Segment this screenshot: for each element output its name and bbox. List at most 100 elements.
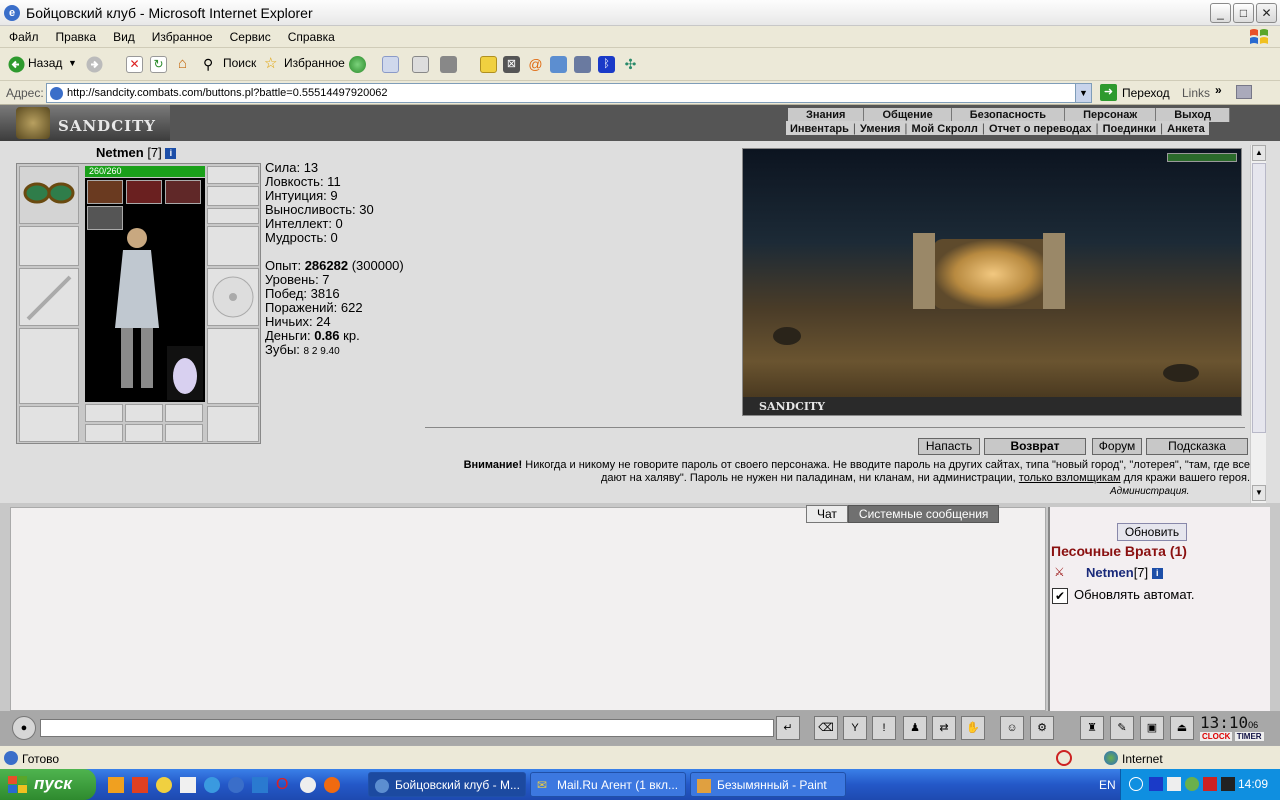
menu-tools[interactable]: Сервис xyxy=(221,26,279,44)
messenger-icon[interactable] xyxy=(550,56,567,73)
history-icon[interactable] xyxy=(349,56,366,73)
earring-slot[interactable] xyxy=(207,166,259,184)
nav-security[interactable]: Безопасность xyxy=(951,108,1066,122)
owl-pet-icon[interactable] xyxy=(167,346,203,400)
filter-icon[interactable]: Y xyxy=(843,716,867,740)
menu-view[interactable]: Вид xyxy=(104,26,143,44)
rings-slot[interactable] xyxy=(207,208,259,224)
info-icon[interactable]: i xyxy=(165,148,177,160)
tool-icon[interactable]: ⊠ xyxy=(503,56,520,73)
tray-bluetooth-icon[interactable] xyxy=(1149,777,1163,791)
tray-icon-3[interactable] xyxy=(1185,777,1199,791)
language-indicator[interactable]: EN xyxy=(1099,778,1116,792)
rune-slot-3[interactable] xyxy=(165,180,201,204)
shield-slot[interactable] xyxy=(207,268,259,326)
run-icon[interactable]: ♟ xyxy=(903,716,927,740)
home-icon[interactable]: ⌂ xyxy=(174,56,191,73)
back-arrow-icon[interactable] xyxy=(8,56,25,73)
attack-button[interactable]: Напасть xyxy=(918,438,980,455)
minimize-button[interactable]: _ xyxy=(1210,3,1231,23)
notes-icon[interactable] xyxy=(480,56,497,73)
exit-icon[interactable]: ⏏ xyxy=(1170,716,1194,740)
necklace-slot[interactable] xyxy=(207,186,259,206)
upper-scrollbar[interactable]: ▲ ▼ xyxy=(1250,145,1266,503)
character-name-text[interactable]: Netmen xyxy=(96,145,144,160)
small-slot-6[interactable] xyxy=(165,424,203,442)
chat-log[interactable] xyxy=(10,507,1046,711)
nav-character[interactable]: Персонаж xyxy=(1065,108,1157,122)
belt-slot[interactable] xyxy=(19,406,79,442)
player-entry[interactable]: Netmen[7] i xyxy=(1086,565,1163,580)
nav-exit[interactable]: Выход xyxy=(1156,108,1230,122)
smile-icon[interactable]: ☺ xyxy=(1000,716,1024,740)
popup-blocked-icon[interactable] xyxy=(1056,750,1072,766)
forward-arrow-icon[interactable] xyxy=(86,56,103,73)
hand-icon[interactable]: ✋ xyxy=(961,716,985,740)
task-paint[interactable]: Безымянный - Paint xyxy=(690,772,846,797)
nav-skills[interactable]: Умения xyxy=(856,122,904,136)
leggings-slot[interactable] xyxy=(207,328,259,404)
menu-file[interactable]: Файл xyxy=(0,26,47,44)
nav-duels[interactable]: Поединки xyxy=(1099,122,1160,136)
refresh-button[interactable]: Обновить xyxy=(1117,523,1187,541)
timer-label[interactable]: TIMER xyxy=(1234,732,1264,741)
sand-gate-portal[interactable] xyxy=(933,239,1053,309)
search-icon[interactable]: ⚲ xyxy=(203,56,220,73)
scroll-up-icon[interactable]: ▲ xyxy=(1252,145,1266,161)
nav-knowledge[interactable]: Знания xyxy=(788,108,865,122)
scroll-icon[interactable]: ✎ xyxy=(1110,716,1134,740)
clock-label[interactable]: CLOCK xyxy=(1200,732,1233,741)
hackers-link[interactable]: только взломщикам xyxy=(1019,472,1121,484)
back-button[interactable]: Назад xyxy=(28,56,62,70)
ie-quick-icon[interactable] xyxy=(228,777,244,793)
chat-input[interactable] xyxy=(40,719,774,737)
player-info-icon[interactable]: i xyxy=(1151,568,1163,580)
stop-icon[interactable]: ✕ xyxy=(126,56,143,73)
menu-help[interactable]: Справка xyxy=(279,26,343,44)
nav-inventory[interactable]: Инвентарь xyxy=(786,122,853,136)
tab-system-messages[interactable]: Системные сообщения xyxy=(847,505,1000,523)
opera-icon[interactable]: O xyxy=(276,777,292,793)
checkbox-box[interactable]: ✔ xyxy=(1052,587,1068,604)
scroll-down-icon[interactable]: ▼ xyxy=(1252,485,1266,501)
small-slot-5[interactable] xyxy=(125,424,163,442)
links-label[interactable]: Links xyxy=(1182,86,1210,100)
extension-icon[interactable] xyxy=(1236,85,1252,99)
forum-button[interactable]: Форум xyxy=(1092,438,1142,455)
address-dropdown-icon[interactable]: ▼ xyxy=(1075,84,1091,102)
small-slot-1[interactable] xyxy=(85,404,123,422)
task-mailru-agent[interactable]: ✉ Mail.Ru Агент (1 вкл... xyxy=(530,772,686,797)
send-enter-icon[interactable]: ↵ xyxy=(776,716,800,740)
trade-icon[interactable]: ⇄ xyxy=(932,716,956,740)
maximize-button[interactable]: □ xyxy=(1233,3,1254,23)
gloves-slot[interactable] xyxy=(207,226,259,266)
scroll-thumb[interactable] xyxy=(1252,163,1266,433)
plugin-icon[interactable]: ✣ xyxy=(622,56,639,73)
refresh-icon[interactable]: ↻ xyxy=(150,56,167,73)
helmet-slot[interactable] xyxy=(19,166,79,224)
desktop-icon[interactable] xyxy=(252,777,268,793)
alert-icon[interactable]: ! xyxy=(872,716,896,740)
address-input[interactable]: http://sandcity.combats.com/buttons.pl?b… xyxy=(46,83,1092,103)
hint-button[interactable]: Подсказка xyxy=(1146,438,1248,455)
folder-icon[interactable] xyxy=(108,777,124,793)
search-button[interactable]: Поиск xyxy=(223,56,256,70)
tray-icon-5[interactable] xyxy=(1221,777,1235,791)
auto-refresh-checkbox[interactable]: ✔ Обновлять автомат. xyxy=(1052,587,1194,604)
tray-icon-4[interactable] xyxy=(1203,777,1217,791)
task-combats[interactable]: Бойцовский клуб - M... xyxy=(368,772,526,797)
close-button[interactable]: ✕ xyxy=(1256,3,1277,23)
menu-edit[interactable]: Правка xyxy=(47,26,105,44)
rune-slot-1[interactable] xyxy=(87,180,123,204)
armor-slot[interactable] xyxy=(19,328,79,404)
bracers-slot[interactable] xyxy=(19,226,79,266)
bag-icon[interactable]: ♜ xyxy=(1080,716,1104,740)
doc-icon[interactable] xyxy=(180,777,196,793)
weapon-slot[interactable] xyxy=(19,268,79,326)
tab-chat[interactable]: Чат xyxy=(806,505,848,523)
nav-profile[interactable]: Анкета xyxy=(1163,122,1209,136)
tray-chevron-icon[interactable] xyxy=(1129,777,1143,791)
menu-favorites[interactable]: Избранное xyxy=(143,26,221,44)
back-dropdown-icon[interactable]: ▼ xyxy=(68,58,77,68)
nav-scroll[interactable]: Мой Скролл xyxy=(908,122,982,136)
